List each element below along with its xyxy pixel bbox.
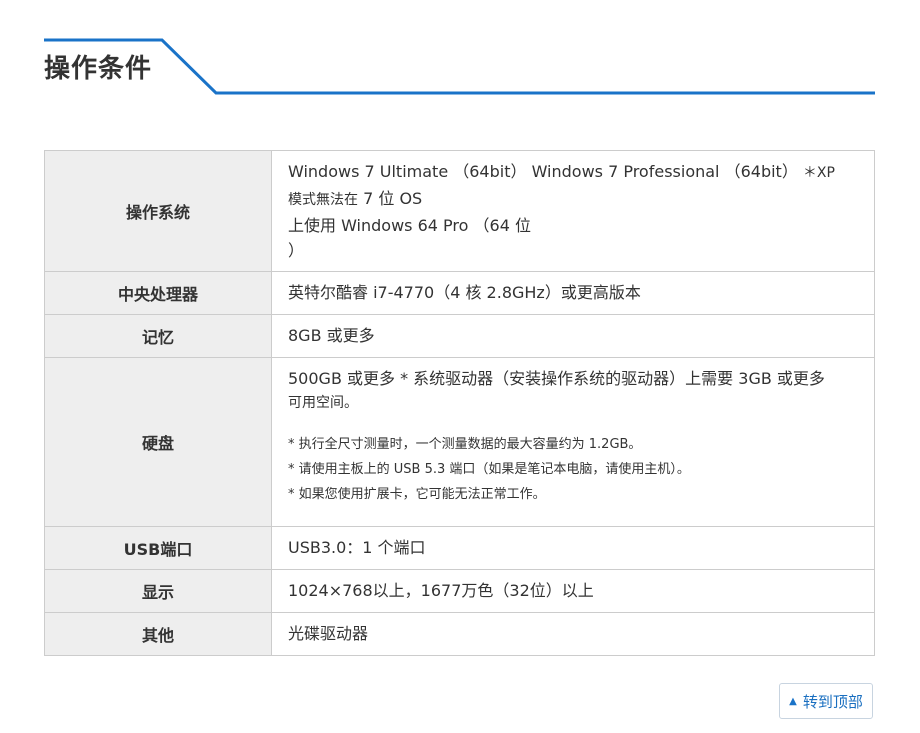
disk-line-1: 500GB 或更多 * 系统驱动器（安装操作系统的驱动器）上需要 3GB 或更多 <box>288 369 825 388</box>
os-inline-note: ＊XP <box>802 165 835 181</box>
section-heading: 操作条件 <box>44 38 875 96</box>
table-row: 显示 1024×768以上，1677万色（32位）以上 <box>44 569 875 613</box>
disk-note: * 请使用主板上的 USB 5.3 端口（如果是笔记本电脑，请使用主机）。 <box>288 462 690 477</box>
row-value: 500GB 或更多 * 系统驱动器（安装操作系统的驱动器）上需要 3GB 或更多… <box>271 357 875 527</box>
table-row: 其他 光碟驱动器 <box>44 612 875 656</box>
os-line-1: Windows 7 Ultimate （64bit） Windows 7 Pro… <box>288 162 798 181</box>
os-line-3: 上使用 Windows 64 Pro （64 位 <box>288 216 531 235</box>
disk-line-2: 可用空间。 <box>288 395 358 411</box>
table-row: 记忆 8GB 或更多 <box>44 314 875 358</box>
row-label: 记忆 <box>44 314 272 358</box>
row-label: 其他 <box>44 612 272 656</box>
row-label: USB端口 <box>44 526 272 570</box>
back-to-top-button[interactable]: ▲ 转到顶部 <box>779 683 873 719</box>
row-label: 操作系统 <box>44 150 272 272</box>
table-row: 中央处理器 英特尔酷睿 i7-4770（4 核 2.8GHz）或更高版本 <box>44 271 875 315</box>
disk-note: * 如果您使用扩展卡，它可能无法正常工作。 <box>288 487 546 502</box>
spec-table: 操作系统 Windows 7 Ultimate （64bit） Windows … <box>44 150 875 656</box>
page-title: 操作条件 <box>44 54 153 84</box>
row-value: 英特尔酷睿 i7-4770（4 核 2.8GHz）或更高版本 <box>271 271 875 315</box>
row-value: 光碟驱动器 <box>271 612 875 656</box>
os-line-2b: 7 位 OS <box>358 189 423 208</box>
triangle-up-icon: ▲ <box>789 695 797 707</box>
row-value: USB3.0：1 个端口 <box>271 526 875 570</box>
disk-note: * 执行全尺寸测量时，一个测量数据的最大容量约为 1.2GB。 <box>288 437 642 452</box>
row-label: 硬盘 <box>44 357 272 527</box>
table-row: USB端口 USB3.0：1 个端口 <box>44 526 875 570</box>
table-row: 操作系统 Windows 7 Ultimate （64bit） Windows … <box>44 150 875 272</box>
row-value: 8GB 或更多 <box>271 314 875 358</box>
row-label: 中央处理器 <box>44 271 272 315</box>
heading-underline-decoration <box>44 38 875 95</box>
os-line-2a: 模式無法在 <box>288 192 358 208</box>
row-value: 1024×768以上，1677万色（32位）以上 <box>271 569 875 613</box>
back-to-top-label: 转到顶部 <box>802 692 863 711</box>
row-label: 显示 <box>44 569 272 613</box>
os-line-4: ） <box>288 241 305 260</box>
row-value: Windows 7 Ultimate （64bit） Windows 7 Pro… <box>271 150 875 272</box>
table-row: 硬盘 500GB 或更多 * 系统驱动器（安装操作系统的驱动器）上需要 3GB … <box>44 357 875 527</box>
